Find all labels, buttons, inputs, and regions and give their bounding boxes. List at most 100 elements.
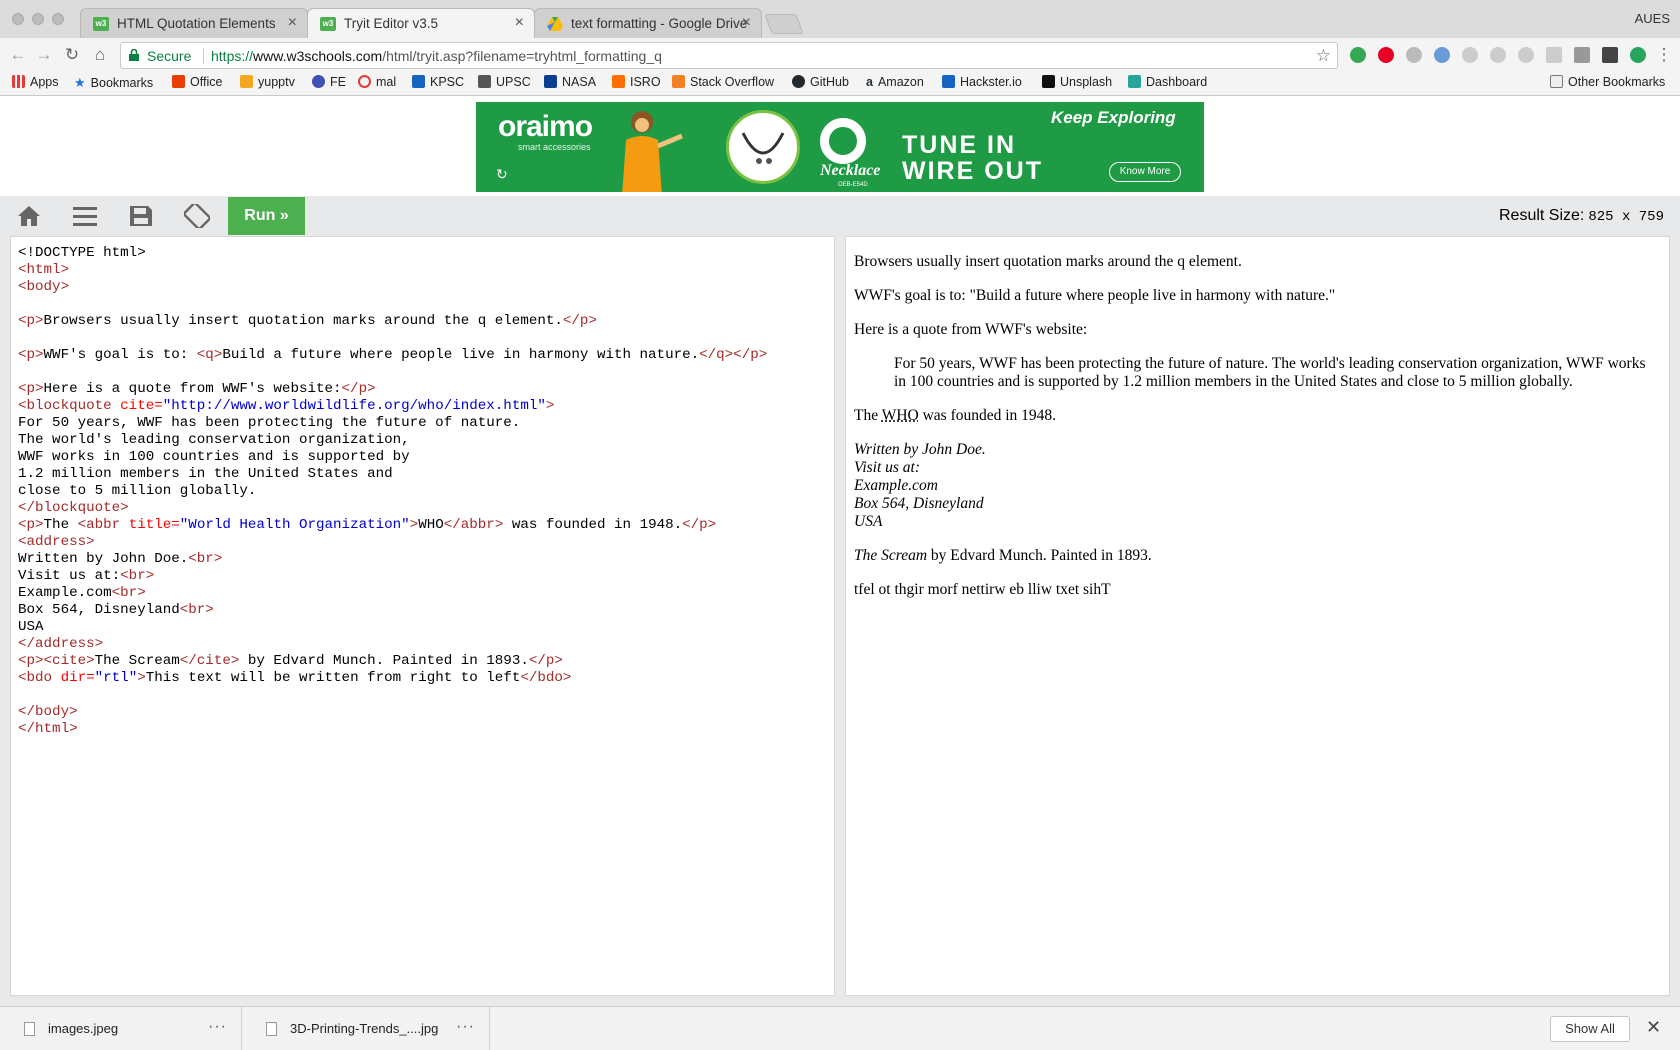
bookmark-bookmarks[interactable]: ★ Bookmarks [74, 75, 153, 93]
pocket-extension-icon[interactable] [1518, 47, 1534, 63]
download-item[interactable]: 3D-Printing-Trends_....jpg ··· [252, 1007, 490, 1050]
url-text[interactable]: https://www.w3schools.com/html/tryit.asp… [211, 48, 662, 64]
bookmarks-bar: Apps ★ Bookmarks Office yupptv FE mal KPS… [0, 72, 1680, 96]
close-icon[interactable]: ✕ [1646, 1017, 1661, 1038]
w3-icon: w3 [93, 17, 109, 31]
star-icon: ★ [74, 75, 86, 90]
ad-model-number: OEB-E54D [838, 182, 868, 188]
pinterest-extension-icon[interactable] [1378, 47, 1394, 63]
result-abbr-paragraph: The WHO was founded in 1948. [854, 407, 1057, 424]
bookmark-yupptv[interactable]: yupptv [240, 75, 295, 93]
result-document: Browsers usually insert quotation marks … [854, 253, 1654, 615]
mal-icon [358, 75, 371, 88]
menu-kebab-icon[interactable]: ⋮ [1652, 43, 1676, 67]
evernote-extension-icon[interactable] [1574, 47, 1590, 63]
ad-know-more-button[interactable]: Know More [1109, 162, 1181, 182]
ad-product: Necklace [820, 162, 881, 179]
show-all-button[interactable]: Show All [1550, 1016, 1630, 1042]
download-shelf: images.jpeg ··· 3D-Printing-Trends_....j… [0, 1006, 1680, 1050]
maximize-window-button[interactable] [52, 13, 64, 25]
new-tab-button[interactable] [764, 14, 804, 34]
more-options-icon[interactable]: ··· [208, 1018, 227, 1036]
tab-google-drive[interactable]: text formatting - Google Drive × [534, 8, 762, 38]
green-dot-extension-icon[interactable] [1630, 47, 1646, 63]
camera-icon [1042, 75, 1055, 88]
result-address: Written by John Doe. Visit us at: Exampl… [854, 441, 986, 530]
result-cite-paragraph: The Scream by Edvard Munch. Painted in 1… [854, 547, 1152, 564]
tab-tryit-editor[interactable]: w3 Tryit Editor v3.5 × [307, 8, 535, 38]
w3-icon: w3 [320, 17, 336, 31]
bookmark-office[interactable]: Office [172, 75, 222, 93]
code-editor[interactable]: <!DOCTYPE html> <html> <body> <p>Browser… [10, 236, 835, 996]
other-bookmarks[interactable]: Other Bookmarks [1550, 75, 1665, 93]
reload-icon[interactable]: ↻ [60, 43, 84, 67]
bookmark-dashboard[interactable]: Dashboard [1128, 75, 1207, 93]
bookmark-stack-overflow[interactable]: Stack Overflow [672, 75, 774, 93]
download-extension-icon[interactable] [1546, 47, 1562, 63]
bookmark-fe[interactable]: FE [312, 75, 346, 93]
home-icon[interactable] [16, 204, 42, 228]
home-icon[interactable]: ⌂ [88, 43, 112, 67]
tryit-toolbar: Run » Result Size: 825 x 759 [0, 196, 1680, 236]
grammarly-extension-icon[interactable] [1350, 47, 1366, 63]
result-bdo: tfel ot thgir morf nettirw eb lliw txet … [854, 581, 1111, 598]
translate-extension-icon[interactable] [1434, 47, 1450, 63]
file-icon [266, 1022, 277, 1036]
divider [203, 48, 204, 64]
more-options-icon[interactable]: ··· [456, 1018, 475, 1036]
lock-icon [129, 49, 139, 61]
download-item[interactable]: images.jpeg ··· [10, 1007, 242, 1050]
bookmark-nasa[interactable]: NASA [544, 75, 596, 93]
bookmark-kpsc[interactable]: KPSC [412, 75, 464, 93]
apps-grid-icon [12, 75, 25, 88]
isro-icon [612, 75, 625, 88]
rotate-layout-icon[interactable] [184, 204, 210, 228]
back-arrow-icon[interactable]: ← [6, 43, 30, 67]
skype-extension-icon[interactable] [1490, 47, 1506, 63]
save-icon[interactable] [128, 204, 154, 228]
result-frame[interactable]: Browsers usually insert quotation marks … [845, 236, 1670, 996]
address-bar[interactable]: Secure https://www.w3schools.com/html/tr… [120, 42, 1338, 69]
profile-name[interactable]: AUES [1635, 11, 1670, 26]
github-icon [792, 75, 805, 88]
secure-label: Secure [147, 48, 192, 64]
tab-title: HTML Quotation Elements [117, 16, 276, 31]
tab-strip: w3 HTML Quotation Elements × w3 Tryit Ed… [0, 0, 1680, 38]
minimize-window-button[interactable] [32, 13, 44, 25]
bookmark-isro[interactable]: ISRO [612, 75, 661, 93]
close-window-button[interactable] [12, 13, 24, 25]
shield-extension-icon[interactable] [1406, 47, 1422, 63]
tab-title: Tryit Editor v3.5 [344, 16, 439, 31]
fe-icon [312, 75, 325, 88]
tab-html-quotation-elements[interactable]: w3 HTML Quotation Elements × [80, 8, 308, 38]
ad-replay-icon[interactable]: ↻ [496, 166, 508, 183]
bookmark-hackster[interactable]: Hackster.io [942, 75, 1022, 93]
result-abbr[interactable]: WHO [882, 407, 919, 424]
browser-toolbar: ← → ↻ ⌂ Secure https://www.w3schools.com… [0, 38, 1680, 72]
result-paragraph: WWF's goal is to: "Build a future where … [854, 287, 1336, 304]
tab-title: text formatting - Google Drive [571, 16, 748, 31]
close-tab-icon[interactable]: × [515, 14, 524, 32]
bookmark-unsplash[interactable]: Unsplash [1042, 75, 1112, 93]
bookmark-apps[interactable]: Apps [12, 75, 59, 93]
stackoverflow-icon [672, 75, 685, 88]
advertisement-banner[interactable]: oraimo smart accessories Necklace OEB-E5… [476, 102, 1204, 192]
bookmark-upsc[interactable]: UPSC [478, 75, 531, 93]
bookmark-star-icon[interactable]: ☆ [1316, 46, 1331, 66]
bookmark-github[interactable]: GitHub [792, 75, 849, 93]
close-tab-icon[interactable]: × [288, 14, 297, 32]
run-button[interactable]: Run » [228, 197, 305, 235]
mail-extension-icon[interactable] [1602, 47, 1618, 63]
amazon-icon: a [866, 75, 873, 89]
drive-extension-icon[interactable] [1462, 47, 1478, 63]
forward-arrow-icon[interactable]: → [32, 43, 56, 67]
close-tab-icon[interactable]: × [742, 14, 751, 32]
bookmark-amazon[interactable]: a Amazon [866, 75, 924, 93]
download-filename: images.jpeg [48, 1021, 119, 1036]
ad-tagline: Keep Exploring [1051, 108, 1176, 127]
code-text[interactable]: <!DOCTYPE html> <html> <body> <p>Browser… [18, 245, 767, 738]
menu-icon[interactable] [72, 204, 98, 228]
bookmark-mal[interactable]: mal [358, 75, 396, 93]
result-paragraph: Here is a quote from WWF's website: [854, 321, 1088, 338]
ad-model-image [622, 111, 683, 192]
